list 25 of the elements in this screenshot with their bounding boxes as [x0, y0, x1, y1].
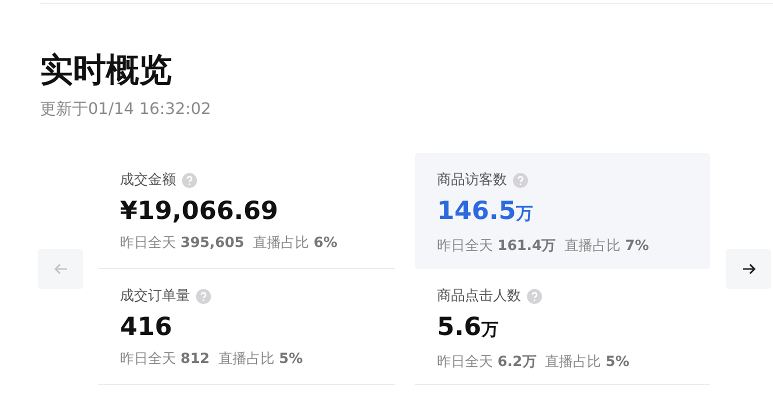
section-title: 实时概览 [40, 49, 173, 91]
metric-comparison: 昨日全天 812 直播占比 5% [120, 350, 304, 369]
next-button[interactable] [726, 249, 771, 289]
metric-label: 商品点击人数 [437, 287, 521, 305]
metric-value: ¥19,066.69 [120, 195, 280, 227]
metric-card[interactable]: 商品点击人数 5.6万 昨日全天 6.2万 直播占比 5% [415, 269, 710, 385]
metric-value: 146.5万 [437, 195, 534, 227]
metric-card[interactable]: 成交订单量 416 昨日全天 812 直播占比 5% [98, 269, 395, 385]
metric-value: 416 [120, 311, 174, 343]
help-icon[interactable] [196, 288, 211, 304]
metric-comparison: 昨日全天 161.4万 直播占比 7% [437, 237, 650, 256]
right-arrow-icon [742, 263, 756, 275]
left-arrow-icon [54, 263, 68, 275]
metric-card[interactable]: 商品访客数 146.5万 昨日全天 161.4万 直播占比 7% [415, 153, 710, 269]
help-icon[interactable] [182, 172, 197, 188]
metric-card[interactable]: 成交金额 ¥19,066.69 昨日全天 395,605 直播占比 6% [98, 153, 395, 269]
metric-value: 5.6万 [437, 311, 500, 343]
metric-label: 成交金额 [120, 171, 176, 189]
update-time: 更新于01/14 16:32:02 [40, 98, 212, 120]
metric-label: 成交订单量 [120, 287, 190, 305]
help-icon[interactable] [527, 288, 542, 304]
metric-label: 商品访客数 [437, 171, 507, 189]
metric-comparison: 昨日全天 395,605 直播占比 6% [120, 234, 338, 253]
help-icon[interactable] [513, 172, 528, 188]
metric-comparison: 昨日全天 6.2万 直播占比 5% [437, 353, 630, 372]
